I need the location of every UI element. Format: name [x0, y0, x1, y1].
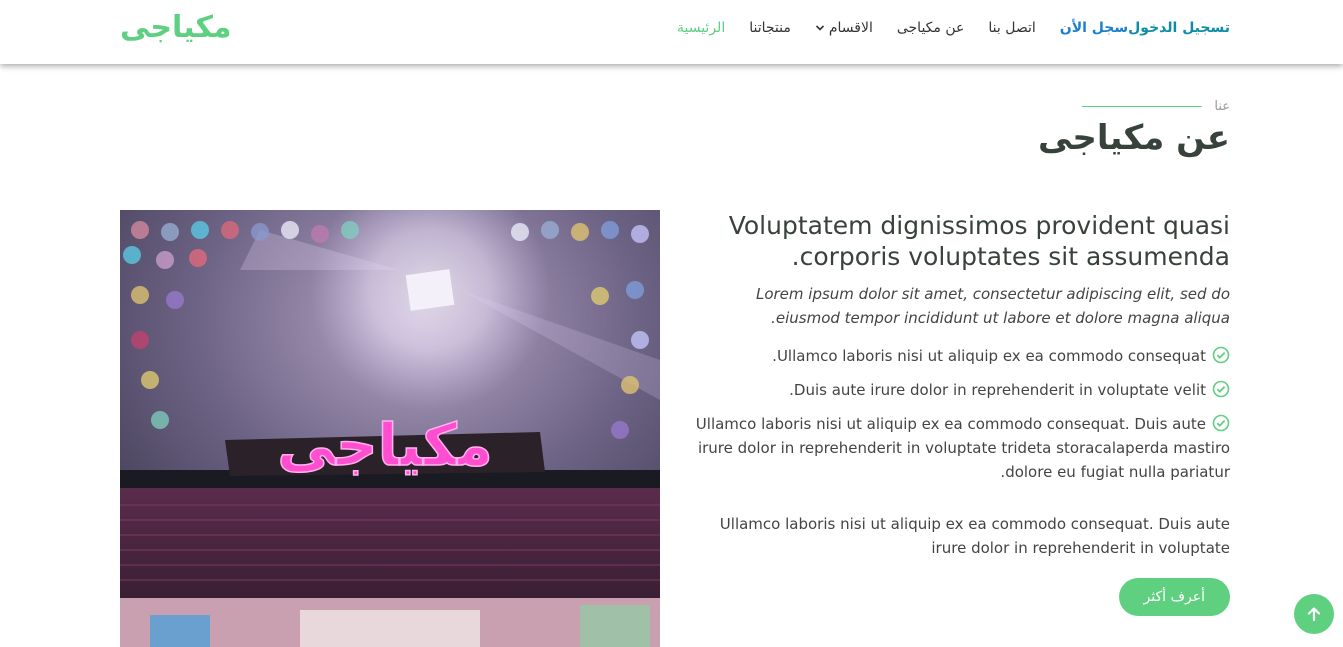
about-image: مكياجى — [120, 210, 660, 647]
nav-register[interactable]: سجل الأن — [1060, 20, 1128, 36]
check-list: Ullamco laboris nisi ut aliquip ex ea co… — [690, 344, 1230, 484]
check-item: Ullamco laboris nisi ut aliquip ex ea co… — [690, 412, 1230, 484]
section-subtitle: عنا — [1082, 96, 1230, 116]
nav-home-label: الرئيسية — [676, 20, 726, 36]
nav-products[interactable]: منتجاتنا — [749, 20, 791, 36]
nav-about[interactable]: عن مكياجى — [897, 20, 965, 36]
check-item-text: Ullamco laboris nisi ut aliquip ex ea co… — [772, 347, 1206, 365]
main-nav: الرئيسية منتجاتنا الاقسام عن مكياجى اتصل… — [653, 16, 1230, 40]
nav-home[interactable]: الرئيسية — [677, 20, 725, 36]
check-item: Duis aute irure dolor in reprehenderit i… — [690, 378, 1230, 402]
nav-contact-label: اتصل بنا — [988, 20, 1036, 36]
sign-text: مكياجى — [277, 411, 493, 479]
nav-contact[interactable]: اتصل بنا — [988, 20, 1035, 36]
nav-login-label: تسجيل الدخول — [1128, 20, 1230, 36]
nav-about-label: عن مكياجى — [896, 20, 965, 36]
nav-register-label: سجل الأن — [1059, 20, 1129, 36]
section-subtitle-line — [1082, 105, 1203, 107]
about-lead: Lorem ipsum dolor sit amet, consectetur … — [755, 285, 1230, 327]
back-to-top-button[interactable] — [1294, 594, 1334, 634]
about-paragraph: Ullamco laboris nisi ut aliquip ex ea co… — [719, 515, 1230, 557]
nav-products-label: منتجاتنا — [749, 20, 791, 36]
learn-more-button[interactable]: أعرف أكثر — [1118, 578, 1230, 616]
check-item: Ullamco laboris nisi ut aliquip ex ea co… — [690, 344, 1230, 368]
chevron-down-icon — [815, 25, 824, 31]
about-content: Voluptatem dignissimos provident quasi c… — [690, 210, 1230, 616]
nav-login[interactable]: تسجيل الدخول — [1128, 20, 1230, 36]
site-logo[interactable]: مكياجى — [120, 6, 232, 50]
check-item-text: Duis aute irure dolor in reprehenderit i… — [789, 381, 1206, 399]
section-title: عن مكياجى — [1037, 118, 1230, 158]
nav-categories[interactable]: الاقسام — [815, 20, 873, 36]
nav-categories-label: الاقسام — [828, 20, 873, 36]
site-header: مكياجى الرئيسية منتجاتنا الاقسام عن مكيا… — [0, 0, 1343, 64]
check-item-text: Ullamco laboris nisi ut aliquip ex ea co… — [695, 415, 1230, 481]
check-circle-icon — [1212, 380, 1230, 398]
check-circle-icon — [1212, 414, 1230, 432]
arrow-up-icon — [1307, 607, 1321, 622]
check-circle-icon — [1212, 346, 1230, 364]
store-sign-photo: مكياجى — [120, 210, 660, 647]
about-heading: Voluptatem dignissimos provident quasi c… — [728, 211, 1230, 271]
section-subtitle-text: عنا — [1214, 98, 1230, 114]
